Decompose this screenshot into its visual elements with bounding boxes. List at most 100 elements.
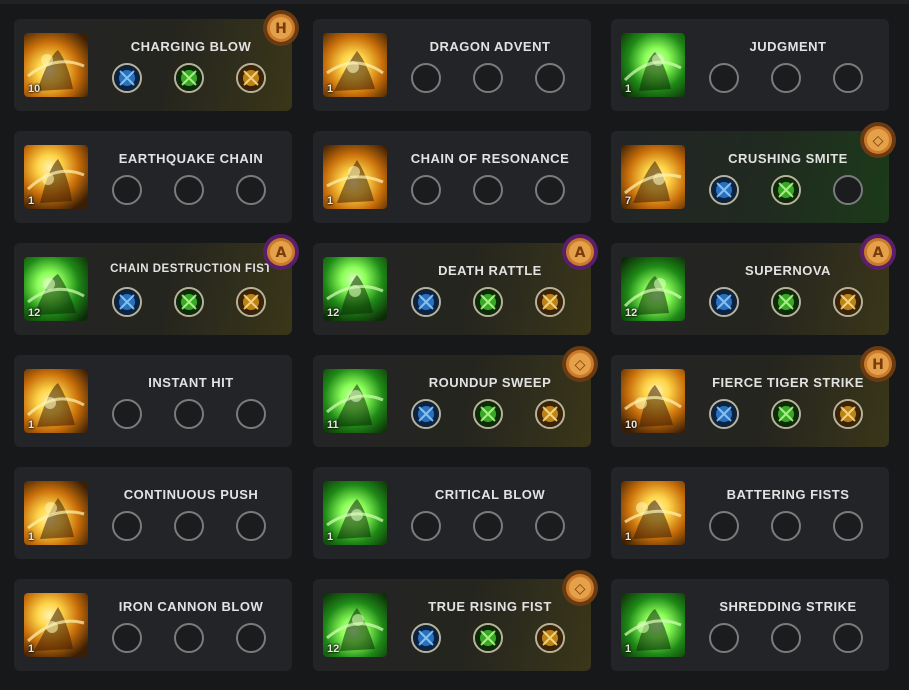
empty-tripod-slot[interactable] xyxy=(411,63,441,93)
empty-tripod-slot[interactable] xyxy=(833,623,863,653)
empty-tripod-slot[interactable] xyxy=(771,63,801,93)
plus-icon[interactable] xyxy=(771,175,801,205)
rune-a-icon[interactable]: A xyxy=(561,233,599,271)
skill-card[interactable]: 1 SHREDDING STRIKE xyxy=(611,579,889,671)
chain-destruction-fist-icon[interactable]: 12 xyxy=(24,257,88,321)
crossed-swords-icon[interactable] xyxy=(112,63,142,93)
empty-tripod-slot[interactable] xyxy=(411,511,441,541)
supernova-icon[interactable]: 12 xyxy=(621,257,685,321)
empty-tripod-slot[interactable] xyxy=(709,511,739,541)
skill-card[interactable]: 1 CONTINUOUS PUSH xyxy=(14,467,292,559)
empty-tripod-slot[interactable] xyxy=(473,63,503,93)
empty-tripod-slot[interactable] xyxy=(236,623,266,653)
skill-name: TRUE RISING FIST xyxy=(428,599,552,614)
skill-card[interactable]: 12 SUPERNOVA A xyxy=(611,234,896,335)
empty-tripod-slot[interactable] xyxy=(112,623,142,653)
battering-fists-icon[interactable]: 1 xyxy=(621,481,685,545)
empty-tripod-slot[interactable] xyxy=(236,399,266,429)
continuous-push-icon[interactable]: 1 xyxy=(24,481,88,545)
crushing-smite-icon[interactable]: 7 xyxy=(621,145,685,209)
empty-tripod-slot[interactable] xyxy=(236,511,266,541)
death-rattle-icon[interactable]: 12 xyxy=(323,257,387,321)
empty-tripod-slot[interactable] xyxy=(833,511,863,541)
skill-card[interactable]: 10 FIERCE TIGER STRIKE H xyxy=(611,346,896,447)
empty-tripod-slot[interactable] xyxy=(833,175,863,205)
iron-cannon-blow-icon[interactable]: 1 xyxy=(24,593,88,657)
skill-card[interactable]: 12 TRUE RISING FIST ◇ xyxy=(313,570,598,671)
skill-name: INSTANT HIT xyxy=(148,375,234,390)
hourglass-icon[interactable] xyxy=(411,287,441,317)
shredding-strike-icon[interactable]: 1 xyxy=(621,593,685,657)
flame-icon[interactable] xyxy=(174,287,204,317)
empty-tripod-slot[interactable] xyxy=(535,63,565,93)
empty-tripod-slot[interactable] xyxy=(112,399,142,429)
skill-card[interactable]: 1 BATTERING FISTS xyxy=(611,467,889,559)
skill-card[interactable]: 1 CHAIN OF RESONANCE xyxy=(313,131,591,223)
empty-tripod-slot[interactable] xyxy=(771,511,801,541)
empty-tripod-slot[interactable] xyxy=(236,175,266,205)
earthquake-chain-icon[interactable]: 1 xyxy=(24,145,88,209)
empty-tripod-slot[interactable] xyxy=(709,623,739,653)
crossed-swords-icon[interactable] xyxy=(112,287,142,317)
skill-card[interactable]: 11 ROUNDUP SWEEP ◇ xyxy=(313,346,598,447)
empty-tripod-slot[interactable] xyxy=(535,175,565,205)
figure-icon[interactable] xyxy=(473,287,503,317)
dash-icon[interactable] xyxy=(771,287,801,317)
empty-tripod-slot[interactable] xyxy=(473,175,503,205)
empty-tripod-slot[interactable] xyxy=(709,63,739,93)
empty-tripod-slot[interactable] xyxy=(112,511,142,541)
target-icon[interactable] xyxy=(535,623,565,653)
crossed-swords-icon[interactable] xyxy=(535,287,565,317)
empty-tripod-slot[interactable] xyxy=(174,175,204,205)
empty-tripod-slot[interactable] xyxy=(771,623,801,653)
charging-blow-icon[interactable]: 10 xyxy=(24,33,88,97)
dragon-advent-icon[interactable]: 1 xyxy=(323,33,387,97)
empty-tripod-slot[interactable] xyxy=(411,175,441,205)
rune-square-icon[interactable]: ◇ xyxy=(561,569,599,607)
skill-card[interactable]: 1 JUDGMENT xyxy=(611,19,889,111)
rune-a-icon[interactable]: A xyxy=(859,233,897,271)
empty-tripod-slot[interactable] xyxy=(112,175,142,205)
ring-icon[interactable] xyxy=(473,399,503,429)
judgment-icon[interactable]: 1 xyxy=(621,33,685,97)
true-rising-fist-icon[interactable]: 12 xyxy=(323,593,387,657)
instant-hit-icon[interactable]: 1 xyxy=(24,369,88,433)
skill-card[interactable]: 1 IRON CANNON BLOW xyxy=(14,579,292,671)
rune-h-icon[interactable]: H xyxy=(859,345,897,383)
swirl-icon[interactable] xyxy=(174,63,204,93)
rune-h-icon[interactable]: H xyxy=(262,9,300,47)
burst-icon[interactable] xyxy=(236,287,266,317)
beast-icon[interactable] xyxy=(473,623,503,653)
wave-icon[interactable] xyxy=(709,399,739,429)
lightning-icon[interactable] xyxy=(411,623,441,653)
empty-tripod-slot[interactable] xyxy=(535,511,565,541)
hourglass-icon[interactable] xyxy=(411,399,441,429)
plus-icon[interactable] xyxy=(771,399,801,429)
empty-tripod-slot[interactable] xyxy=(473,511,503,541)
crossed-swords-icon[interactable] xyxy=(833,287,863,317)
skill-card[interactable]: 1 DRAGON ADVENT xyxy=(313,19,591,111)
rune-square-icon[interactable]: ◇ xyxy=(859,121,897,159)
skill-card[interactable]: 1 EARTHQUAKE CHAIN xyxy=(14,131,292,223)
skill-card[interactable]: 1 CRITICAL BLOW xyxy=(313,467,591,559)
critical-blow-icon[interactable]: 1 xyxy=(323,481,387,545)
empty-tripod-slot[interactable] xyxy=(833,63,863,93)
skill-card[interactable]: 1 INSTANT HIT xyxy=(14,355,292,447)
fierce-tiger-strike-icon[interactable]: 10 xyxy=(621,369,685,433)
skill-card[interactable]: 7 CRUSHING SMITE ◇ xyxy=(611,122,896,223)
roundup-sweep-icon[interactable]: 11 xyxy=(323,369,387,433)
hourglass-icon[interactable] xyxy=(709,287,739,317)
empty-tripod-slot[interactable] xyxy=(174,399,204,429)
skill-card[interactable]: 10 CHARGING BLOW H xyxy=(14,10,299,111)
crossed-swords-icon[interactable] xyxy=(833,399,863,429)
empty-tripod-slot[interactable] xyxy=(174,623,204,653)
rune-a-icon[interactable]: A xyxy=(262,233,300,271)
wave-icon[interactable] xyxy=(709,175,739,205)
rune-square-icon[interactable]: ◇ xyxy=(561,345,599,383)
skill-card[interactable]: 12 DEATH RATTLE A xyxy=(313,234,598,335)
chain-of-resonance-icon[interactable]: 1 xyxy=(323,145,387,209)
slash-icon[interactable] xyxy=(535,399,565,429)
beast-icon[interactable] xyxy=(236,63,266,93)
skill-card[interactable]: 12 CHAIN DESTRUCTION FIST A xyxy=(14,234,299,335)
empty-tripod-slot[interactable] xyxy=(174,511,204,541)
